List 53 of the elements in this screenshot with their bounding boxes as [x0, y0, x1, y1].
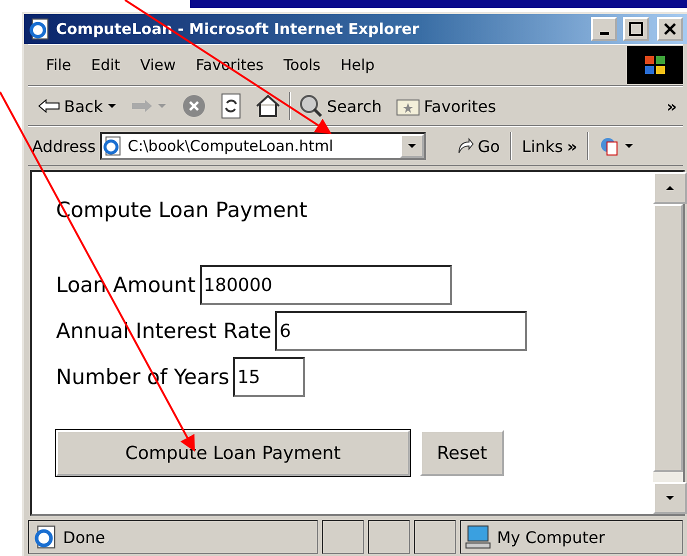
menu-item[interactable]: Edit: [83, 54, 128, 76]
close-button[interactable]: [657, 17, 683, 41]
minimize-icon: [600, 32, 608, 35]
browser-page-icon: [33, 525, 57, 549]
status-pane: [368, 520, 410, 554]
back-arrow-icon: [38, 99, 60, 113]
refresh-icon: [220, 93, 241, 119]
search-icon: [298, 94, 323, 118]
menu-item[interactable]: Help: [332, 54, 383, 76]
browser-page-icon: [28, 18, 50, 40]
caret-icon: [665, 495, 675, 501]
scroll-thumb[interactable]: [653, 204, 683, 472]
search-button[interactable]: Search: [292, 92, 388, 120]
text-input[interactable]: 15: [233, 357, 306, 397]
menu-item[interactable]: File: [38, 54, 80, 76]
close-icon: [663, 22, 677, 36]
address-label: Address: [32, 136, 96, 156]
reset-button[interactable]: Reset: [420, 430, 504, 476]
caret-icon: [106, 103, 117, 109]
menu-item[interactable]: Tools: [276, 54, 328, 76]
field-label: Annual Interest Rate: [56, 319, 272, 343]
home-icon: [254, 94, 281, 118]
computer-icon: [465, 525, 491, 549]
links-overflow[interactable]: »: [567, 136, 578, 156]
compute-button[interactable]: Compute Loan Payment: [56, 430, 410, 476]
address-field[interactable]: C:\book\ComputeLoan.html: [100, 132, 426, 160]
dropdown-button[interactable]: [400, 134, 424, 158]
minimize-button[interactable]: [591, 17, 617, 41]
status-pane: [414, 520, 456, 554]
zone-text: My Computer: [497, 528, 605, 546]
maximize-button[interactable]: [623, 17, 649, 41]
go-arrow-icon: [456, 137, 474, 155]
text-input[interactable]: 180000: [200, 265, 452, 305]
go-button[interactable]: Go: [450, 134, 506, 158]
status-pane: [322, 520, 364, 554]
window-title: ComputeLoan - Microsoft Internet Explorer: [56, 20, 420, 38]
browser-page-icon: [102, 136, 122, 156]
document-globe-icon: [599, 136, 636, 156]
stop-icon: [180, 93, 207, 119]
status-text: Done: [63, 528, 106, 546]
up-caret-icon: [665, 185, 675, 191]
toolbar-overflow[interactable]: »: [660, 94, 683, 118]
maximize-icon: [629, 22, 643, 36]
text-input[interactable]: 6: [275, 311, 528, 351]
field-label: Loan Amount: [56, 273, 196, 297]
favorites-button[interactable]: Favorites: [390, 94, 502, 118]
links-button[interactable]: Links »: [516, 134, 584, 158]
windows-logo: [627, 46, 683, 84]
caret-icon: [156, 103, 167, 109]
caret-icon: [406, 143, 417, 149]
menu-item[interactable]: View: [132, 54, 184, 76]
back-button[interactable]: Back: [32, 94, 123, 118]
forward-arrow-icon: [130, 99, 153, 113]
